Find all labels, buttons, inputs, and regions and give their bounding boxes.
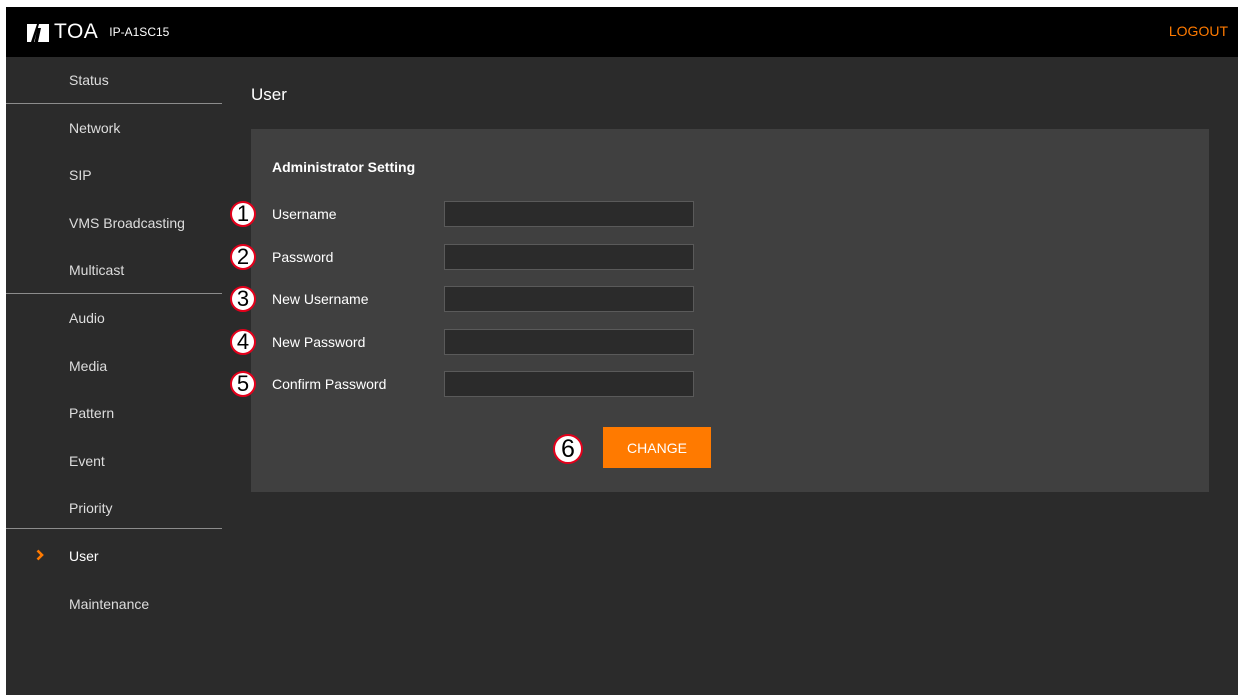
sidebar-item-label: Priority xyxy=(69,500,113,517)
change-button[interactable]: CHANGE xyxy=(603,427,711,468)
sidebar-item-label: Pattern xyxy=(69,405,115,422)
sidebar-item-sip[interactable]: SIP xyxy=(6,152,222,200)
sidebar-item-label: Event xyxy=(69,452,105,469)
app-window: TOA IP-A1SC15 LOGOUT Status Network SIP … xyxy=(6,7,1238,695)
page-title: User xyxy=(251,85,287,104)
password-row: 2 Password xyxy=(230,244,1209,274)
callout-marker: 3 xyxy=(230,286,256,312)
sidebar-item-label: User xyxy=(69,547,99,564)
change-row: 6 CHANGE xyxy=(251,427,1209,472)
sidebar-nav: Status Network SIP VMS Broadcasting Mult… xyxy=(6,57,222,628)
new-password-row: 4 New Password xyxy=(230,329,1209,359)
sidebar-item-media[interactable]: Media xyxy=(6,343,222,391)
confirm-password-label: Confirm Password xyxy=(272,376,387,392)
section-title: Administrator Setting xyxy=(272,159,416,175)
password-label: Password xyxy=(272,249,334,265)
sidebar-divider xyxy=(6,293,222,294)
callout-marker: 5 xyxy=(230,371,256,397)
sidebar-divider xyxy=(6,103,222,104)
sidebar-divider xyxy=(6,528,222,529)
new-password-input[interactable] xyxy=(444,329,694,355)
sidebar-item-status[interactable]: Status xyxy=(6,57,222,105)
sidebar-item-label: Status xyxy=(69,72,109,88)
brand-name: TOA xyxy=(54,20,99,43)
username-input[interactable] xyxy=(444,201,694,227)
new-username-row: 3 New Username xyxy=(230,286,1209,316)
sidebar-item-label: Audio xyxy=(69,309,105,326)
callout-marker: 2 xyxy=(230,244,256,270)
sidebar-item-priority[interactable]: Priority xyxy=(6,485,222,533)
sidebar-item-network[interactable]: Network xyxy=(6,105,222,153)
new-username-input[interactable] xyxy=(444,286,694,312)
sidebar-item-label: VMS Broadcasting xyxy=(69,214,185,231)
callout-marker: 6 xyxy=(553,434,583,464)
logout-link[interactable]: LOGOUT xyxy=(1169,23,1228,39)
sidebar-item-audio[interactable]: Audio xyxy=(6,295,222,343)
callout-marker: 1 xyxy=(230,201,256,227)
sidebar-item-label: SIP xyxy=(69,167,92,184)
password-input[interactable] xyxy=(444,244,694,270)
toa-logo-icon xyxy=(27,24,49,42)
top-bar: TOA IP-A1SC15 LOGOUT xyxy=(6,7,1238,57)
new-username-label: New Username xyxy=(272,291,369,307)
device-model: IP-A1SC15 xyxy=(109,25,170,39)
username-row: 1 Username xyxy=(230,201,1209,231)
sidebar-item-user[interactable]: User xyxy=(6,533,222,581)
chevron-right-icon xyxy=(36,549,44,561)
confirm-password-row: 5 Confirm Password xyxy=(230,371,1209,401)
new-password-label: New Password xyxy=(272,334,366,350)
sidebar-item-label: Media xyxy=(69,357,108,374)
sidebar-item-label: Maintenance xyxy=(69,595,150,612)
sidebar-item-label: Network xyxy=(69,119,121,136)
confirm-password-input[interactable] xyxy=(444,371,694,397)
sidebar-item-label: Multicast xyxy=(69,262,125,279)
sidebar-item-event[interactable]: Event xyxy=(6,438,222,486)
sidebar-item-maintenance[interactable]: Maintenance xyxy=(6,581,222,629)
sidebar-item-multicast[interactable]: Multicast xyxy=(6,247,222,295)
callout-marker: 4 xyxy=(230,329,256,355)
administrator-setting-panel: Administrator Setting 1 Username 2 Passw… xyxy=(230,129,1209,492)
brand-logo: TOA IP-A1SC15 xyxy=(27,21,169,43)
sidebar-item-pattern[interactable]: Pattern xyxy=(6,390,222,438)
username-label: Username xyxy=(272,206,337,222)
sidebar-item-vms-broadcasting[interactable]: VMS Broadcasting xyxy=(6,200,222,248)
